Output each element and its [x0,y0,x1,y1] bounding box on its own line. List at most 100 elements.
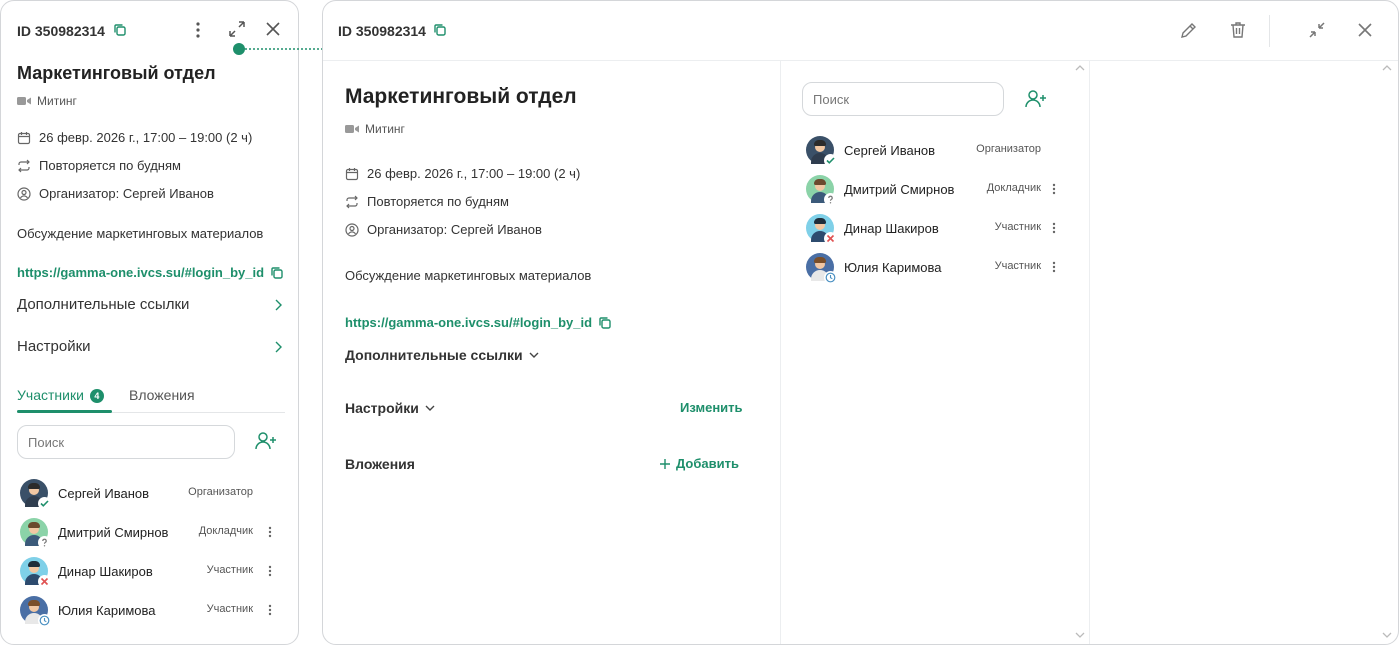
additional-links-row[interactable]: Дополнительные ссылки [17,296,282,313]
copy-link-icon[interactable] [270,266,284,280]
avatar [20,596,51,627]
scroll-down-icon[interactable] [1075,632,1085,639]
compact-header: ID 350982314 [17,19,282,43]
participant-row[interactable]: Сергей Иванов Организатор [20,478,275,510]
settings-label: Настройки [17,338,91,355]
avatar [806,175,837,206]
attachments-label: Вложения [345,456,415,472]
close-icon[interactable] [1357,22,1373,38]
participant-row[interactable]: Юлия Каримова Участник [20,595,275,627]
scroll-down-icon[interactable] [1382,632,1392,639]
add-user-icon[interactable] [1025,89,1047,109]
tab-attachments[interactable]: Вложения [129,387,195,403]
settings-row[interactable]: Настройки [17,338,282,355]
participant-row[interactable]: Динар Шакиров Участник [806,213,1056,245]
chevron-right-icon [274,341,282,353]
participant-role: Участник [206,603,253,615]
meeting-type-label: Митинг [37,94,77,108]
add-attachment-label: Добавить [676,456,739,471]
meeting-organizer-text: Организатор: Сергей Иванов [39,186,214,201]
repeat-icon [17,159,31,173]
meeting-type: Митинг [17,94,77,108]
clock-icon [824,271,837,284]
meeting-title: Маркетинговый отдел [17,63,216,83]
additional-links-label: Дополнительные ссылки [17,296,190,313]
participant-name: Динар Шакиров [58,563,153,579]
meeting-datetime: 26 февр. 2026 г., 17:00 – 19:00 (2 ч) [345,166,580,181]
copy-id-icon[interactable] [113,23,127,37]
more-vertical-icon[interactable] [268,565,272,577]
tab-participants[interactable]: Участники 4 [17,387,104,403]
meeting-organizer: Организатор: Сергей Иванов [17,186,214,201]
pencil-icon[interactable] [1179,20,1199,40]
column-divider [780,61,781,644]
chevron-down-icon [529,352,539,359]
participant-role: Участник [206,564,253,576]
participant-role: Докладчик [986,182,1041,194]
edit-settings-button[interactable]: Изменить [680,400,743,415]
copy-link-icon[interactable] [598,316,612,330]
avatar [806,253,837,284]
more-vertical-icon[interactable] [268,526,272,538]
scroll-up-icon[interactable] [1075,64,1085,71]
participant-row[interactable]: Динар Шакиров Участник [20,556,275,588]
expanded-meeting-panel: ID 350982314 Маркетинговый отдел Митинг … [322,0,1399,645]
participant-name: Дмитрий Смирнов [844,181,955,197]
tab-participants-label: Участники [17,387,84,403]
question-icon [824,193,837,206]
additional-links-toggle[interactable]: Дополнительные ссылки [345,347,539,363]
expand-icon[interactable] [227,19,247,39]
question-icon [38,536,51,549]
header-divider [1269,15,1270,47]
chevron-down-icon [425,405,435,412]
more-vertical-icon[interactable] [1052,183,1056,195]
participant-row[interactable]: Юлия Каримова Участник [806,252,1056,284]
check-icon [38,497,51,510]
meeting-type-label: Митинг [365,122,405,136]
participant-name: Сергей Иванов [844,142,936,158]
more-vertical-icon[interactable] [1052,261,1056,273]
meeting-description: Обсуждение маркетинговых материалов [345,268,592,283]
scroll-up-icon[interactable] [1382,64,1392,71]
close-icon[interactable] [265,21,281,37]
meeting-organizer-text: Организатор: Сергей Иванов [367,222,542,237]
participant-row[interactable]: Дмитрий Смирнов Докладчик [806,174,1056,206]
avatar [806,214,837,245]
participant-row[interactable]: Дмитрий Смирнов Докладчик [20,517,275,549]
copy-id-icon[interactable] [433,23,447,37]
trash-icon[interactable] [1228,20,1248,40]
meeting-recurrence: Повторяется по будням [345,194,509,209]
participant-role: Организатор [188,486,253,498]
active-tab-indicator [17,410,112,413]
meeting-id: ID 350982314 [17,23,105,39]
add-attachment-button[interactable]: Добавить [660,456,739,471]
settings-label: Настройки [345,400,419,416]
settings-toggle[interactable]: Настройки [345,400,435,416]
meeting-link-row: https://gamma-one.ivcs.su/#login_by_id [345,315,612,330]
more-vertical-icon[interactable] [1052,222,1056,234]
participant-role: Участник [994,221,1041,233]
search-input[interactable] [17,425,235,459]
avatar [20,479,51,510]
meeting-link[interactable]: https://gamma-one.ivcs.su/#login_by_id [345,315,592,330]
search-input[interactable] [802,82,1004,116]
check-icon [824,154,837,167]
participant-role: Участник [994,260,1041,272]
meeting-recurrence-text: Повторяется по будням [367,194,509,209]
meeting-link[interactable]: https://gamma-one.ivcs.su/#login_by_id [17,265,264,280]
more-vertical-icon[interactable] [268,604,272,616]
collapse-icon[interactable] [1307,20,1327,40]
edit-settings-label: Изменить [680,400,743,415]
clock-icon [38,614,51,627]
expanded-header: ID 350982314 [323,1,1398,61]
meeting-type: Митинг [345,122,405,136]
repeat-icon [345,195,359,209]
attachments-section-title: Вложения [345,456,415,472]
more-vertical-icon[interactable] [195,21,201,39]
participant-row[interactable]: Сергей Иванов Организатор [806,135,1046,167]
video-camera-icon [345,124,359,134]
calendar-icon [17,131,31,145]
participant-name: Юлия Каримова [844,259,942,275]
add-user-icon[interactable] [255,431,277,451]
meeting-datetime: 26 февр. 2026 г., 17:00 – 19:00 (2 ч) [17,130,252,145]
